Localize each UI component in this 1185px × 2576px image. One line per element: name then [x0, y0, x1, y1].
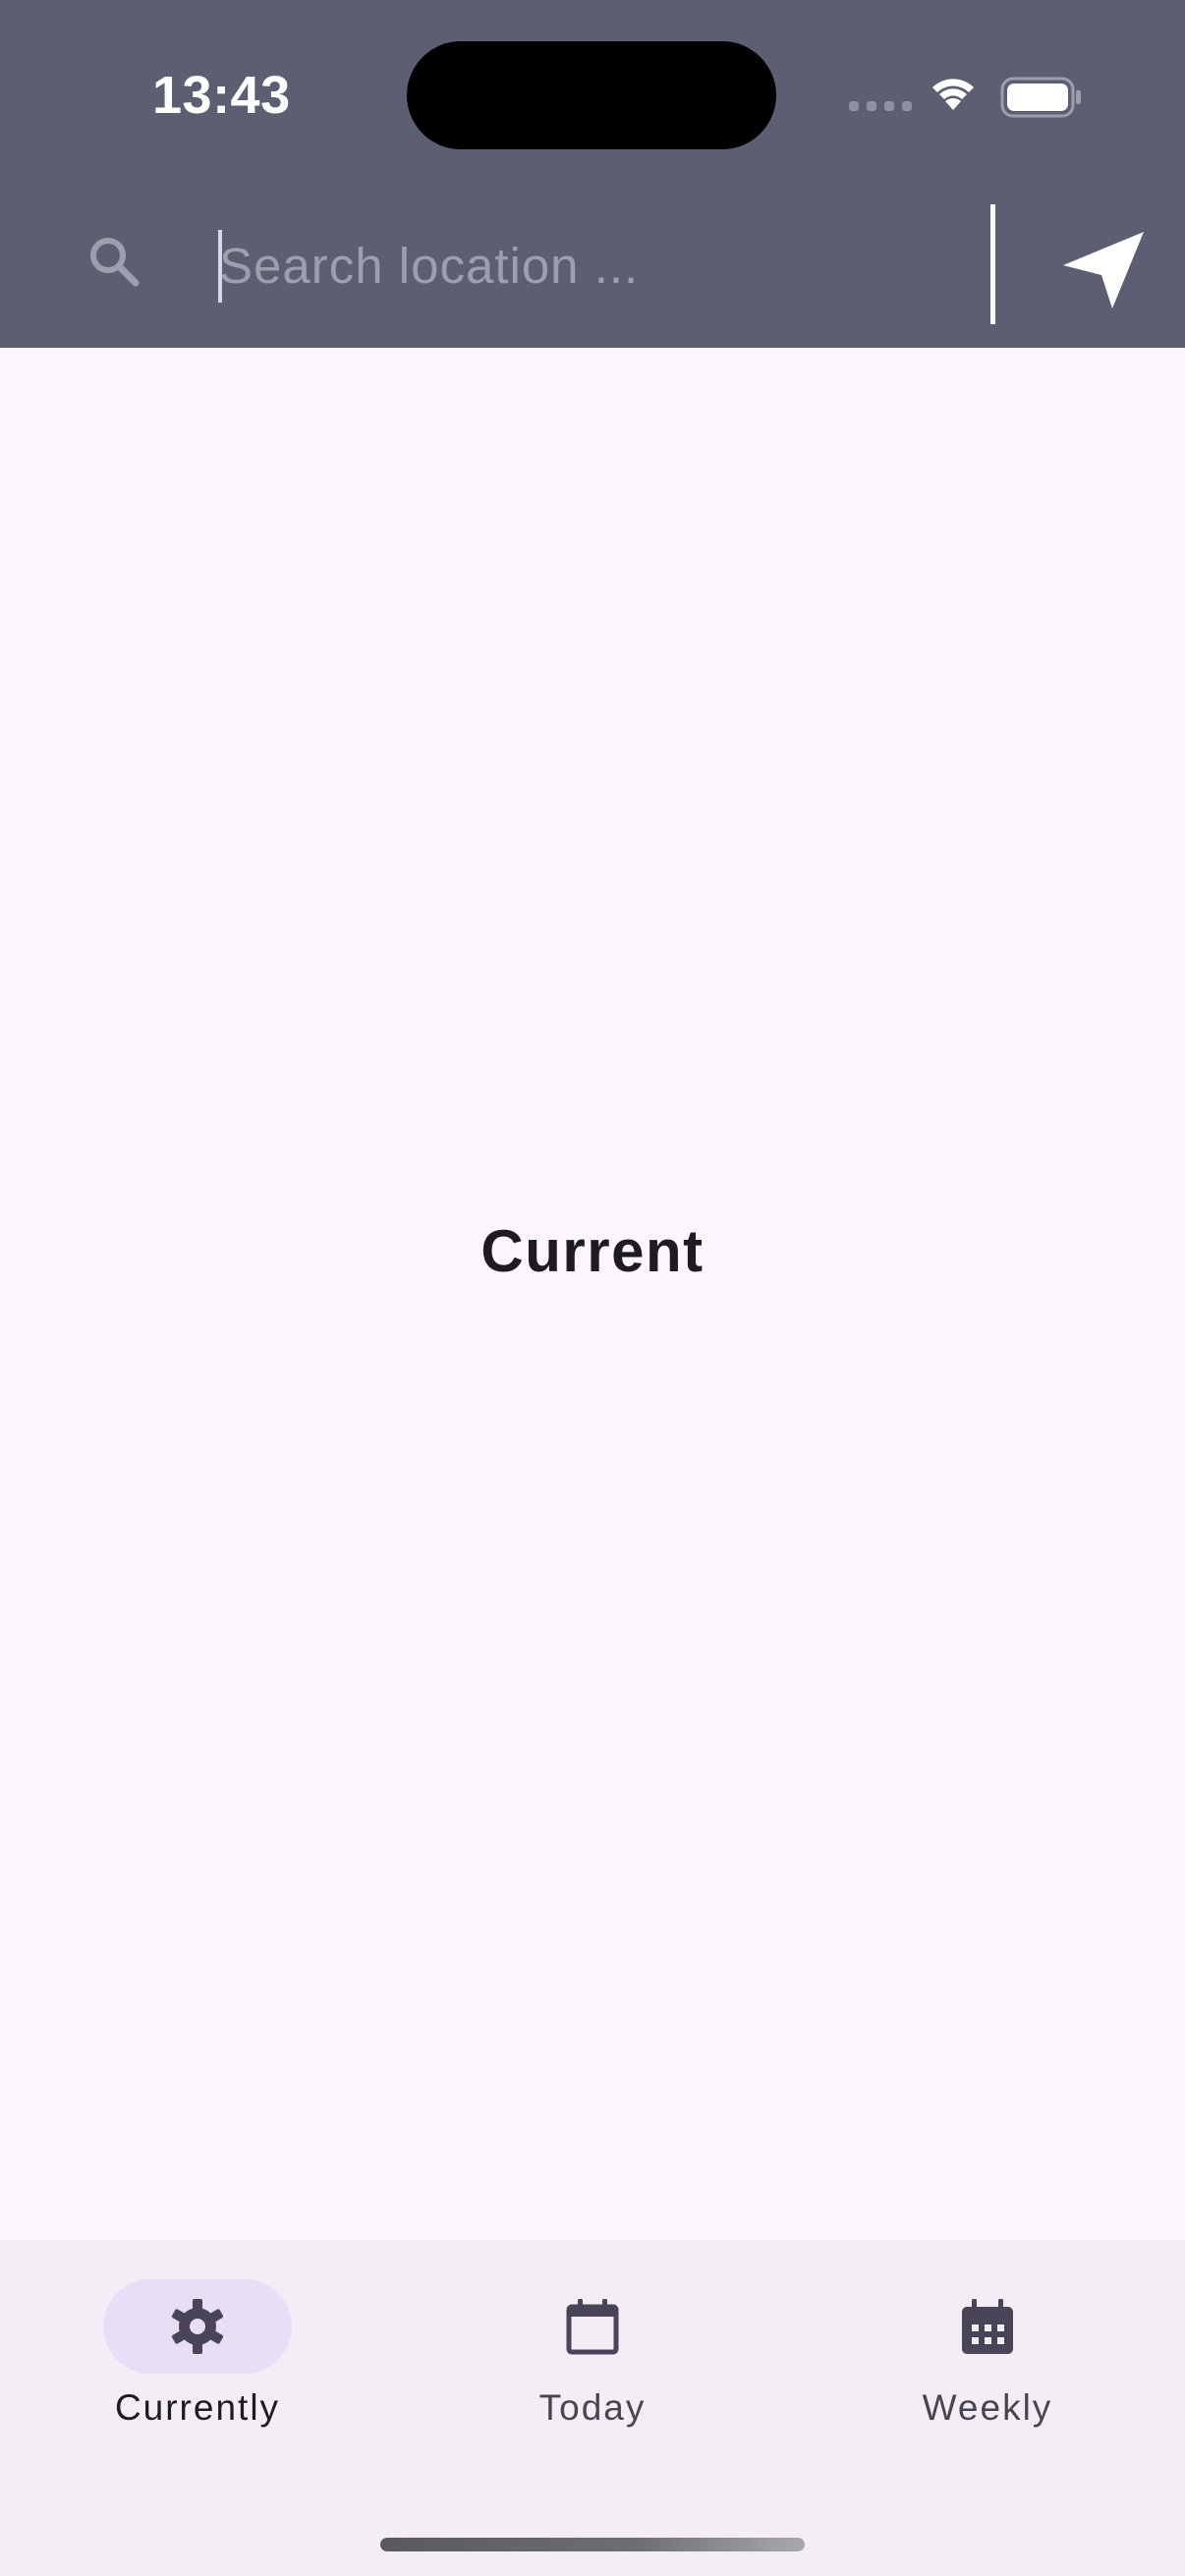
- dynamic-island: [407, 41, 776, 149]
- main-content: Current: [0, 348, 1185, 2240]
- nav-label-weekly: Weekly: [922, 2387, 1053, 2428]
- gear-icon: [171, 2299, 224, 2354]
- nav-item-today[interactable]: Today: [445, 2279, 740, 2446]
- bottom-navigation-bar: Currently Today Weekly: [0, 2240, 1185, 2576]
- calendar-icon: [566, 2299, 619, 2355]
- home-indicator[interactable]: [380, 2538, 805, 2551]
- nav-label-today: Today: [538, 2387, 647, 2428]
- send-icon: [1063, 232, 1144, 308]
- battery-icon: [1000, 77, 1081, 118]
- location-send-button[interactable]: [1061, 226, 1146, 310]
- app-header: 13:43: [0, 0, 1185, 348]
- text-cursor: [218, 230, 222, 303]
- cellular-signal-icon: [849, 101, 912, 111]
- nav-label-currently: Currently: [114, 2387, 281, 2428]
- status-bar-time: 13:43: [152, 66, 291, 125]
- page-title: Current: [480, 1218, 705, 1284]
- wifi-icon: [932, 79, 974, 110]
- calendar-grid-icon: [962, 2299, 1013, 2354]
- nav-item-currently[interactable]: Currently: [50, 2279, 345, 2446]
- nav-item-weekly[interactable]: Weekly: [840, 2279, 1135, 2446]
- search-input[interactable]: [219, 226, 966, 305]
- search-icon: [90, 238, 140, 287]
- header-divider: [990, 204, 995, 324]
